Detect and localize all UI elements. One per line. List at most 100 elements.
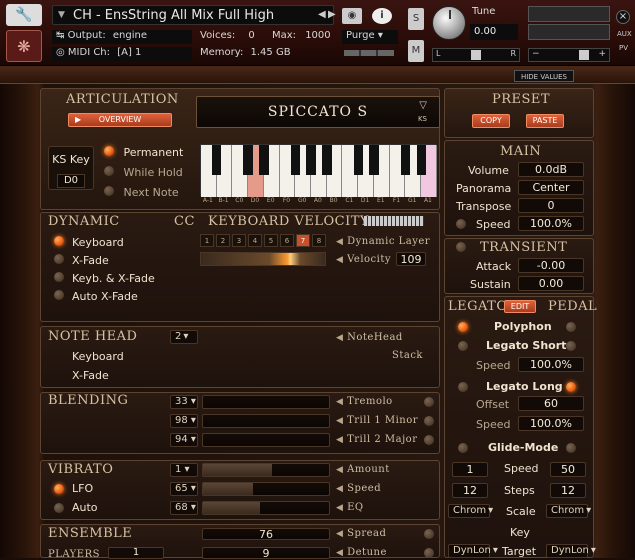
parameter-toggle[interactable]	[424, 416, 434, 426]
value-dropdown[interactable]: 94 ▾	[170, 433, 198, 447]
ks-keyboard[interactable]	[200, 144, 437, 197]
black-key[interactable]	[290, 145, 301, 175]
dynamic-option-keyboard[interactable]: Keyboard	[54, 236, 155, 254]
parameter-slider[interactable]	[202, 501, 330, 515]
glide-left-field[interactable]: 1	[452, 462, 488, 477]
value-dropdown[interactable]: 65 ▾	[170, 482, 198, 496]
ks-key-value[interactable]: D0	[57, 174, 85, 188]
paste-button[interactable]: PASTE	[526, 114, 564, 128]
lfo-toggle[interactable]	[54, 484, 64, 494]
glide-right-toggle[interactable]	[566, 443, 576, 453]
dynlon-right-dropdown[interactable]: DynLon ▾	[546, 544, 596, 558]
info-icon[interactable]: i	[372, 8, 392, 24]
transpose-field[interactable]: 0	[518, 198, 584, 213]
legato-long-right-toggle[interactable]	[566, 382, 576, 392]
attack-field[interactable]: -0.00	[518, 258, 584, 273]
ensemble-toggle[interactable]	[424, 529, 434, 539]
ensemble-slider[interactable]: 9	[202, 547, 330, 559]
layer-button[interactable]: 3	[232, 234, 246, 247]
value-dropdown[interactable]: 1 ▾	[170, 463, 198, 477]
ks-mode-permanent[interactable]: Permanent	[104, 146, 183, 166]
layer-button[interactable]: 4	[248, 234, 262, 247]
polyphon-toggle[interactable]	[458, 322, 468, 332]
notehead-dropdown[interactable]: 2 ▾	[170, 330, 198, 344]
layer-button[interactable]: 5	[264, 234, 278, 247]
sustain-field[interactable]: 0.00	[518, 276, 584, 291]
black-key[interactable]	[353, 145, 364, 175]
pedal-tab[interactable]: PEDAL	[548, 299, 597, 314]
value-dropdown[interactable]: 33 ▾	[170, 395, 198, 409]
steps-field[interactable]: 12	[550, 483, 586, 498]
instrument-title[interactable]: CH - EnsString All Mix Full High	[52, 5, 334, 25]
dynamic-option-keyb-xfade[interactable]: Keyb. & X-Fade	[54, 272, 155, 290]
dynlon-left-dropdown[interactable]: DynLon ▾	[448, 544, 498, 558]
tune-knob[interactable]	[432, 6, 466, 40]
notehead-option-keyboard[interactable]: Keyboard	[72, 350, 124, 363]
glide-speed-field[interactable]: 50	[550, 462, 586, 477]
transient-toggle[interactable]	[456, 242, 466, 252]
dynamic-option-xfade[interactable]: X-Fade	[54, 254, 155, 272]
midi-channel-field[interactable]: ◎ MIDI Ch: [A] 1	[52, 47, 192, 61]
speed-field[interactable]: 100.0%	[518, 216, 584, 231]
title-dropdown-arrow-icon[interactable]: ▼	[58, 10, 65, 20]
glide-toggle[interactable]	[458, 443, 468, 453]
black-key[interactable]	[243, 145, 253, 175]
legato-tab[interactable]: LEGATO	[448, 299, 508, 314]
legato-edit-button[interactable]: EDIT	[504, 300, 536, 313]
black-key[interactable]	[212, 145, 222, 175]
cc-tab[interactable]: CC	[174, 214, 195, 229]
parameter-slider[interactable]	[202, 482, 330, 496]
parameter-slider[interactable]	[202, 433, 330, 447]
mute-button[interactable]: M	[408, 40, 424, 62]
chrom-left-dropdown[interactable]: Chrom ▾	[448, 504, 493, 518]
volume-slider[interactable]: − +	[528, 48, 610, 62]
value-dropdown[interactable]: 98 ▾	[170, 414, 198, 428]
speed-toggle[interactable]	[456, 219, 466, 229]
panorama-field[interactable]: Center	[518, 180, 584, 195]
parameter-slider[interactable]	[202, 395, 330, 409]
output-field[interactable]: ↹ Output: engine	[52, 30, 192, 44]
auto-toggle[interactable]	[54, 503, 64, 513]
layer-button[interactable]: 2	[216, 234, 230, 247]
chevron-right-icon[interactable]: ▶	[328, 9, 336, 20]
short-speed-field[interactable]: 100.0%	[518, 357, 584, 372]
parameter-toggle[interactable]	[424, 397, 434, 407]
long-speed-field[interactable]: 100.0%	[518, 416, 584, 431]
purge-dropdown[interactable]: Purge ▾	[342, 30, 398, 44]
velocity-field[interactable]: 109	[396, 252, 426, 266]
parameter-slider[interactable]	[202, 414, 330, 428]
legato-short-right-toggle[interactable]	[566, 341, 576, 351]
camera-icon[interactable]: ◉	[342, 8, 362, 24]
pan-slider[interactable]: L R	[432, 48, 520, 62]
black-key[interactable]	[322, 145, 332, 175]
offset-field[interactable]: 60	[518, 396, 584, 411]
black-key[interactable]	[400, 145, 411, 175]
parameter-toggle[interactable]	[424, 435, 434, 445]
ks-mode-next-note[interactable]: Next Note	[104, 186, 183, 206]
ensemble-toggle[interactable]	[424, 548, 434, 558]
layer-button[interactable]: 8	[312, 234, 326, 247]
layer-button[interactable]: 1	[200, 234, 214, 247]
steps-left-field[interactable]: 12	[452, 483, 488, 498]
solo-button[interactable]: S	[408, 8, 424, 30]
notehead-option-xfade[interactable]: X-Fade	[72, 369, 109, 382]
aux-button[interactable]: AUX	[617, 30, 632, 38]
dynamic-option-auto-xfade[interactable]: Auto X-Fade	[54, 290, 155, 308]
chevron-left-icon[interactable]: ◀	[318, 9, 326, 20]
layer-button[interactable]: 7	[296, 234, 310, 247]
tune-value[interactable]: 0.00	[470, 24, 518, 40]
black-key[interactable]	[306, 145, 316, 175]
ensemble-slider[interactable]: 76	[202, 528, 330, 540]
legato-long-toggle[interactable]	[458, 382, 468, 392]
dynamic-layer-selector[interactable]: 12345678	[200, 234, 326, 247]
players-field[interactable]: 1	[108, 547, 164, 559]
black-key[interactable]	[259, 145, 269, 175]
legato-short-toggle[interactable]	[458, 341, 468, 351]
layer-button[interactable]: 6	[280, 234, 294, 247]
chrom-right-dropdown[interactable]: Chrom ▾	[546, 504, 591, 518]
volume-field[interactable]: 0.0dB	[518, 162, 584, 177]
black-key[interactable]	[416, 145, 426, 175]
pv-button[interactable]: PV	[619, 44, 628, 52]
articulation-selector[interactable]: SPICCATO S ▽ KS	[196, 96, 440, 128]
polyphon-right-toggle[interactable]	[566, 322, 576, 332]
